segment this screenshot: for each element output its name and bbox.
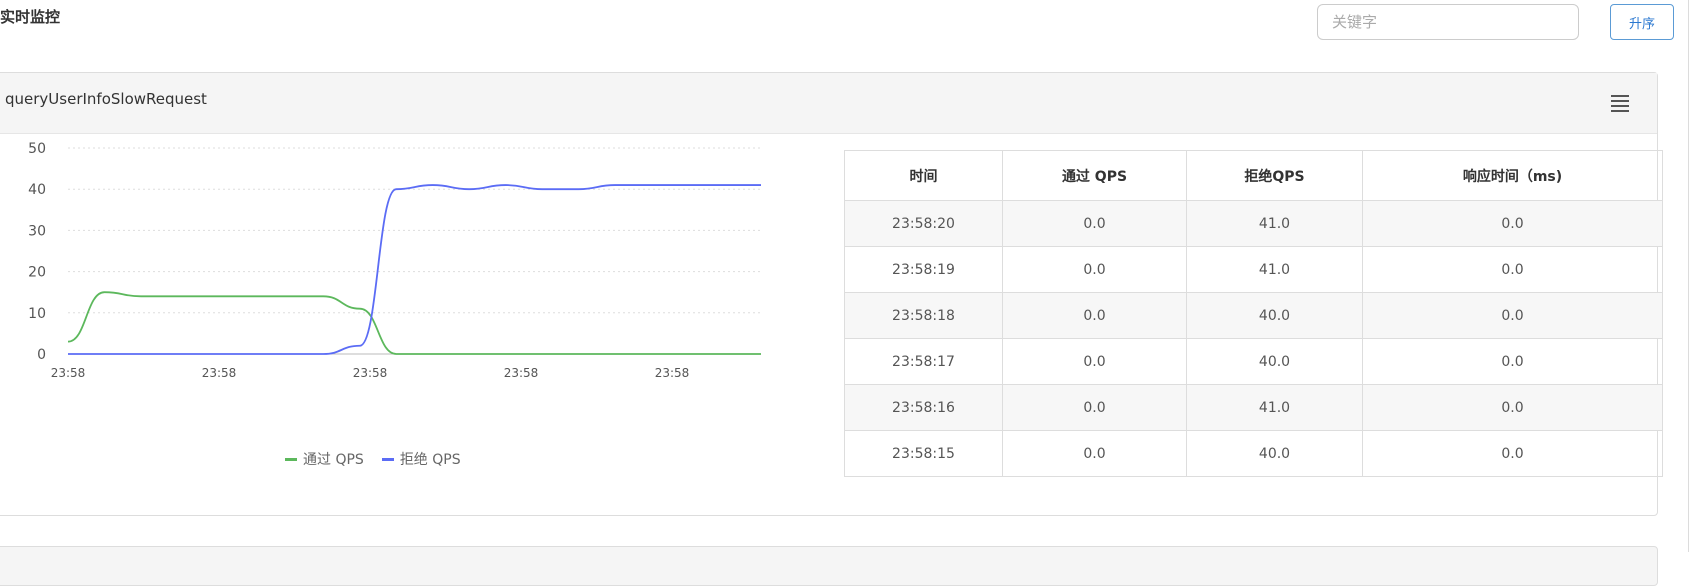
cell-reject-qps: 41.0 [1186,246,1363,293]
cell-pass-qps: 0.0 [1002,338,1187,385]
cell-response-time: 0.0 [1362,384,1663,431]
cell-pass-qps: 0.0 [1002,200,1187,247]
x-tick-label: 23:58 [202,366,237,380]
x-tick-label: 23:58 [353,366,388,380]
metrics-table: 时间 通过 QPS 拒绝QPS 响应时间（ms) 23:58:20 0.0 41… [844,150,1663,477]
cell-response-time: 0.0 [1362,338,1663,385]
cell-time: 23:58:15 [844,430,1003,477]
cell-pass-qps: 0.0 [1002,384,1187,431]
page-title: 实时监控 [0,8,61,26]
table-row: 23:58:18 0.0 40.0 0.0 [844,292,1663,339]
cell-time: 23:58:18 [844,292,1003,339]
legend-item-reject[interactable]: 拒绝 QPS [381,449,461,469]
cell-reject-qps: 40.0 [1186,338,1363,385]
cell-time: 23:58:16 [844,384,1003,431]
cell-time: 23:58:19 [844,246,1003,293]
y-tick-label: 20 [28,265,46,281]
y-tick-label: 0 [37,347,46,363]
chart-legend: 通过 QPS 拒绝 QPS [285,449,473,469]
table-header-row: 时间 通过 QPS 拒绝QPS 响应时间（ms) [844,150,1663,201]
column-header-response-time: 响应时间（ms) [1362,150,1663,201]
cell-response-time: 0.0 [1362,246,1663,293]
cell-time: 23:58:20 [844,200,1003,247]
cell-reject-qps: 40.0 [1186,292,1363,339]
panel-title: queryUserInfoSlowRequest [5,90,207,108]
legend-swatch-reject [381,457,394,461]
next-resource-panel [0,546,1658,586]
column-header-reject-qps: 拒绝QPS [1186,150,1363,201]
search-input[interactable] [1317,4,1579,40]
x-tick-label: 23:58 [655,366,690,380]
table-row: 23:58:19 0.0 41.0 0.0 [844,246,1663,293]
series-line-pass-qps [67,291,761,355]
scrollbar[interactable] [1688,0,1689,552]
cell-reject-qps: 41.0 [1186,200,1363,247]
cell-time: 23:58:17 [844,338,1003,385]
table-row: 23:58:17 0.0 40.0 0.0 [844,338,1663,385]
legend-item-pass[interactable]: 通过 QPS [285,449,364,469]
panel-heading: queryUserInfoSlowRequest [0,73,1657,134]
resource-panel: queryUserInfoSlowRequest 0 10 20 30 40 50 23:5… [0,72,1663,516]
cell-response-time: 0.0 [1362,430,1663,477]
x-tick-label: 23:58 [504,366,539,380]
cell-pass-qps: 0.0 [1002,246,1187,293]
legend-swatch-pass [285,457,297,461]
y-tick-label: 40 [28,182,46,198]
sort-ascending-button[interactable]: 升序 [1610,4,1674,40]
cell-pass-qps: 0.0 [1002,430,1187,477]
qps-line-chart: 0 10 20 30 40 50 23:58 23:58 23:58 23:58 23:58 [28,141,761,380]
table-row: 23:58:20 0.0 41.0 0.0 [844,200,1663,247]
cell-response-time: 0.0 [1362,292,1663,339]
column-header-time: 时间 [844,150,1003,201]
column-header-pass-qps: 通过 QPS [1002,150,1187,201]
cell-reject-qps: 41.0 [1186,384,1363,431]
series-line-reject-qps [67,184,761,355]
y-tick-label: 50 [28,141,46,157]
cell-reject-qps: 40.0 [1186,430,1363,477]
table-row: 23:58:15 0.0 40.0 0.0 [844,430,1663,477]
cell-pass-qps: 0.0 [1002,292,1187,339]
cell-response-time: 0.0 [1362,200,1663,247]
legend-label-pass: 通过 QPS [303,452,364,468]
table-row: 23:58:16 0.0 41.0 0.0 [844,384,1663,431]
y-tick-label: 30 [28,223,46,239]
y-tick-label: 10 [28,306,46,322]
x-tick-label: 23:58 [51,366,86,380]
menu-icon[interactable] [1611,95,1629,112]
legend-label-reject: 拒绝 QPS [399,452,461,468]
